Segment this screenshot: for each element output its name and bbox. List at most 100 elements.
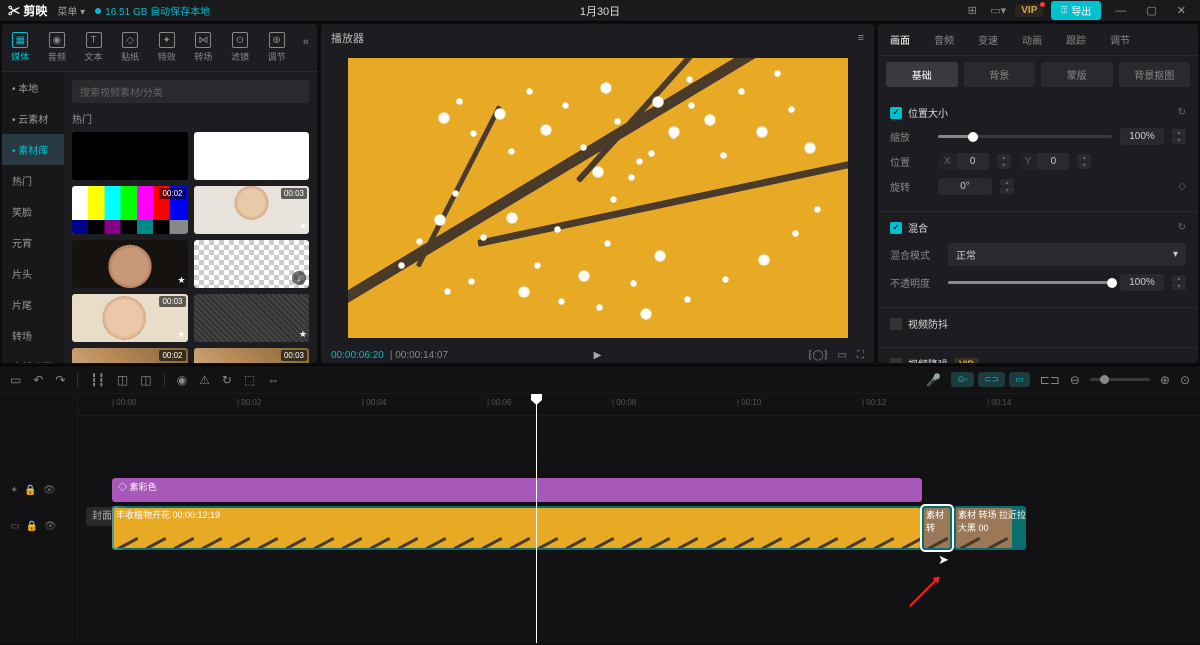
visibility-icon[interactable]: 👁 [43,485,56,496]
prop-tab-跟踪[interactable]: 跟踪 [1054,24,1098,55]
speed-icon[interactable]: ◉ [177,373,187,387]
search-input[interactable]: 搜索视频素材/分类 [72,80,309,103]
blend-mode-select[interactable]: 正常▾ [948,243,1186,266]
reset-icon[interactable]: ↻ [1178,107,1186,118]
prop-tab-调节[interactable]: 调节 [1098,24,1142,55]
category-笑脸[interactable]: 笑脸 [2,196,64,227]
position-size-enable-checkbox[interactable]: ✓ [890,107,902,119]
playhead[interactable] [536,394,537,643]
reverse-icon[interactable]: ↻ [222,373,232,387]
vip-badge[interactable]: VIP [1015,4,1043,17]
collapse-icon[interactable]: « [295,28,317,67]
video-clip-3[interactable]: 素材 转场 拉近拉大黑 00 [954,506,1026,550]
media-thumb-3[interactable]: 00:03★ [194,186,310,234]
preview-toggle[interactable]: ▭ [1009,372,1030,387]
maximize-button[interactable]: ▢ [1140,4,1162,17]
delete-left-icon[interactable]: ◫ [117,373,128,387]
media-thumb-8[interactable]: 00:02 [72,348,188,363]
prop-subtab-基础[interactable]: 基础 [886,62,958,87]
effect-toggle-icon[interactable]: ✦ [10,485,18,496]
category-云素材[interactable]: 云素材 [2,103,64,134]
prop-tab-画面[interactable]: 画面 [878,24,922,55]
menu-button[interactable]: 菜单 ▾ [57,3,85,18]
category-热门[interactable]: 热门 [2,165,64,196]
tool-tab-转场[interactable]: ⋈转场 [185,28,222,67]
zoom-fit-icon[interactable]: ⊙ [1180,373,1190,387]
mic-icon[interactable]: 🎤 [926,373,941,387]
zoom-slider[interactable] [1090,378,1150,381]
freeze-icon[interactable]: ⚠ [199,373,210,387]
prop-tab-音频[interactable]: 音频 [922,24,966,55]
video-clip-main[interactable]: 丰收植物开花 00:00:12:19 [112,506,922,550]
category-自然动画[interactable]: 自然动画 [2,351,64,363]
delete-right-icon[interactable]: ◫ [140,373,151,387]
prop-subtab-蒙版[interactable]: 蒙版 [1041,62,1113,87]
split-icon[interactable]: ┇┇ [90,373,104,387]
scale-spinner[interactable]: ▴▾ [1172,129,1186,144]
media-thumb-7[interactable]: ★ [194,294,310,342]
category-片头[interactable]: 片头 [2,258,64,289]
scale-slider[interactable] [938,135,1112,138]
lock-icon[interactable]: 🔒 [24,485,36,496]
media-thumb-1[interactable] [194,132,310,180]
tool-tab-调节[interactable]: ⊕调节 [258,28,295,67]
prop-subtab-背景[interactable]: 背景 [964,62,1036,87]
video-clip-2[interactable]: 素材 转 [922,506,952,550]
lock-icon[interactable]: 🔒 [25,521,37,532]
crop-icon[interactable]: ⬚ [244,373,255,387]
opacity-slider[interactable] [948,281,1112,284]
fullscreen-icon[interactable]: ⛶ [857,350,864,361]
media-thumb-6[interactable]: 00:03★ [72,294,188,342]
media-thumb-4[interactable]: ★ [72,240,188,288]
export-button[interactable]: ⍐ 导出 [1051,1,1101,20]
scale-value[interactable]: 100% [1120,128,1164,145]
preview-menu-icon[interactable]: ≡ [858,32,864,44]
undo-icon[interactable]: ↶ [33,373,43,387]
play-button[interactable]: ▶ [594,350,602,361]
prop-tab-动画[interactable]: 动画 [1010,24,1054,55]
position-x-input[interactable]: X0 [938,153,989,170]
visibility-icon[interactable]: 👁 [44,521,57,532]
link-toggle[interactable]: ⊂⊃ [978,372,1005,387]
zoom-out-icon[interactable]: ⊖ [1070,373,1080,387]
redo-icon[interactable]: ↷ [55,373,65,387]
category-转场[interactable]: 转场 [2,320,64,351]
tool-tab-特效[interactable]: ✦特效 [148,28,185,67]
reset-icon[interactable]: ↻ [1178,222,1186,233]
position-y-input[interactable]: Y0 [1019,153,1070,170]
rotation-value[interactable]: 0° [938,178,992,195]
preview-viewport[interactable] [321,52,874,344]
zoom-in-icon[interactable]: ⊕ [1160,373,1170,387]
close-button[interactable]: ✕ [1171,4,1192,17]
keyframe-icon[interactable]: ◇ [1178,181,1186,192]
media-thumb-0[interactable] [72,132,188,180]
tool-tab-滤镜[interactable]: ⊙滤镜 [222,28,259,67]
media-thumb-9[interactable]: 00:03 [194,348,310,363]
ratio-icon[interactable]: ▭ [838,350,847,361]
denoise-checkbox[interactable] [890,358,902,364]
layout-icon[interactable]: ▭▾ [989,2,1007,20]
effect-clip[interactable]: ◇ 素彩色 [112,478,922,502]
align-icon[interactable]: ⊏⊐ [1040,373,1060,387]
snap-toggle[interactable]: ⊙◦ [951,372,974,387]
blend-enable-checkbox[interactable]: ✓ [890,222,902,234]
media-thumb-2[interactable]: 00:02★ [72,186,188,234]
tool-tab-音频[interactable]: ◉音频 [39,28,76,67]
tool-tab-文本[interactable]: T文本 [75,28,112,67]
category-素材库[interactable]: 素材库 [2,134,64,165]
focus-icon[interactable]: ⁅◯⁆ [809,350,828,361]
tool-tab-贴纸[interactable]: ◇贴纸 [112,28,149,67]
shortcut-icon[interactable]: ⊞ [963,2,981,20]
category-元宵[interactable]: 元宵 [2,227,64,258]
prop-subtab-背景抠图[interactable]: 背景抠图 [1119,62,1191,87]
category-片尾[interactable]: 片尾 [2,289,64,320]
timeline-ruler[interactable]: | 00:00| 00:02| 00:04| 00:06| 00:08| 00:… [78,394,1200,416]
select-tool-icon[interactable]: ▭ [10,373,21,387]
media-thumb-5[interactable]: ↓ [194,240,310,288]
tool-tab-媒体[interactable]: ▦媒体 [2,28,39,67]
mirror-icon[interactable]: ⇔ [267,373,279,387]
stabilize-checkbox[interactable] [890,318,902,330]
prop-tab-变速[interactable]: 变速 [966,24,1010,55]
minimize-button[interactable]: — [1109,5,1132,17]
opacity-value[interactable]: 100% [1120,274,1164,291]
